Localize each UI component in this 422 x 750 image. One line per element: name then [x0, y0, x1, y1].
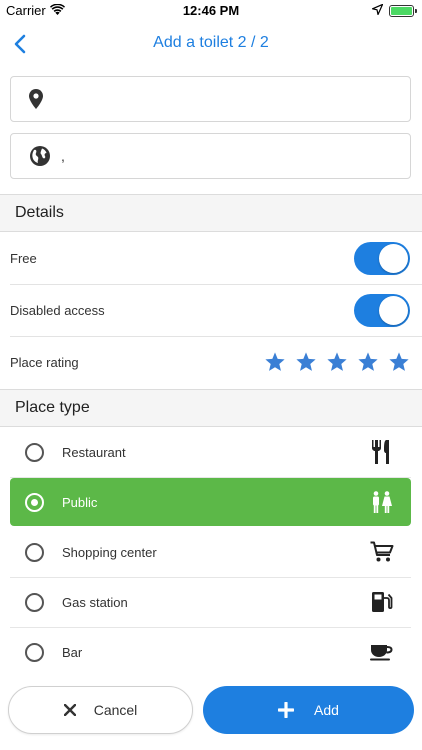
place-rating-row: Place rating	[0, 336, 422, 388]
status-bar: Carrier 12:46 PM	[0, 0, 422, 22]
radio-button[interactable]	[25, 592, 44, 612]
place-type-label: Bar	[62, 644, 83, 660]
place-type-shopping-center[interactable]: Shopping center	[10, 528, 411, 576]
disabled-access-row: Disabled access	[0, 284, 422, 336]
toggle-knob	[379, 243, 408, 273]
toggle-knob	[379, 295, 408, 325]
street-input[interactable]	[53, 77, 410, 121]
details-header: Details	[0, 194, 422, 232]
place-type-restaurant[interactable]: Restaurant	[10, 428, 411, 476]
radio-button[interactable]	[25, 442, 44, 462]
close-icon	[63, 704, 76, 716]
status-right	[371, 3, 417, 18]
place-rating-label: Place rating	[10, 354, 79, 370]
free-label: Free	[10, 250, 37, 266]
place-type-bar[interactable]: Bar	[10, 628, 411, 676]
add-button[interactable]: Add	[203, 686, 414, 734]
nav-bar: Add a toilet 2 / 2	[0, 22, 422, 66]
battery-level	[391, 6, 412, 15]
country-field[interactable]: ,	[10, 133, 411, 179]
cancel-label: Cancel	[93, 702, 138, 718]
globe-icon	[30, 146, 50, 166]
gas-pump-icon	[368, 590, 396, 614]
star-icon[interactable]	[326, 351, 348, 373]
bottom-action-bar: Cancel Add	[0, 678, 422, 750]
radio-button[interactable]	[25, 542, 44, 562]
disabled-access-label: Disabled access	[10, 302, 105, 318]
free-row: Free	[0, 232, 422, 284]
street-field[interactable]	[10, 76, 411, 122]
place-type-public[interactable]: Public	[10, 478, 411, 526]
battery-tip	[415, 8, 417, 13]
restroom-icon	[368, 490, 396, 514]
star-icon[interactable]	[357, 351, 379, 373]
radio-button[interactable]	[25, 492, 44, 512]
place-type-gas-station[interactable]: Gas station	[10, 578, 411, 626]
free-toggle[interactable]	[354, 241, 410, 275]
coffee-cup-icon	[368, 640, 396, 664]
battery-icon	[389, 4, 417, 17]
map-pin-icon	[29, 89, 43, 109]
place-type-label: Restaurant	[62, 444, 126, 460]
place-type-label: Gas station	[62, 594, 128, 610]
cart-icon	[368, 540, 396, 564]
star-icon[interactable]	[264, 351, 286, 373]
add-label: Add	[314, 702, 339, 718]
location-arrow-icon	[371, 3, 384, 18]
cancel-button[interactable]: Cancel	[8, 686, 193, 734]
place-type-label: Shopping center	[62, 544, 157, 560]
page-title: Add a toilet 2 / 2	[153, 34, 269, 51]
fork-knife-icon	[368, 440, 396, 464]
radio-button[interactable]	[25, 642, 44, 662]
place-type-label: Public	[62, 494, 98, 510]
place-type-header: Place type	[0, 389, 422, 427]
rating-stars	[264, 351, 410, 373]
disabled-access-toggle[interactable]	[354, 293, 410, 327]
star-icon[interactable]	[295, 351, 317, 373]
plus-icon	[278, 702, 295, 718]
star-icon[interactable]	[388, 351, 410, 373]
status-time: 12:46 PM	[182, 3, 240, 18]
country-input[interactable]: ,	[61, 134, 410, 178]
